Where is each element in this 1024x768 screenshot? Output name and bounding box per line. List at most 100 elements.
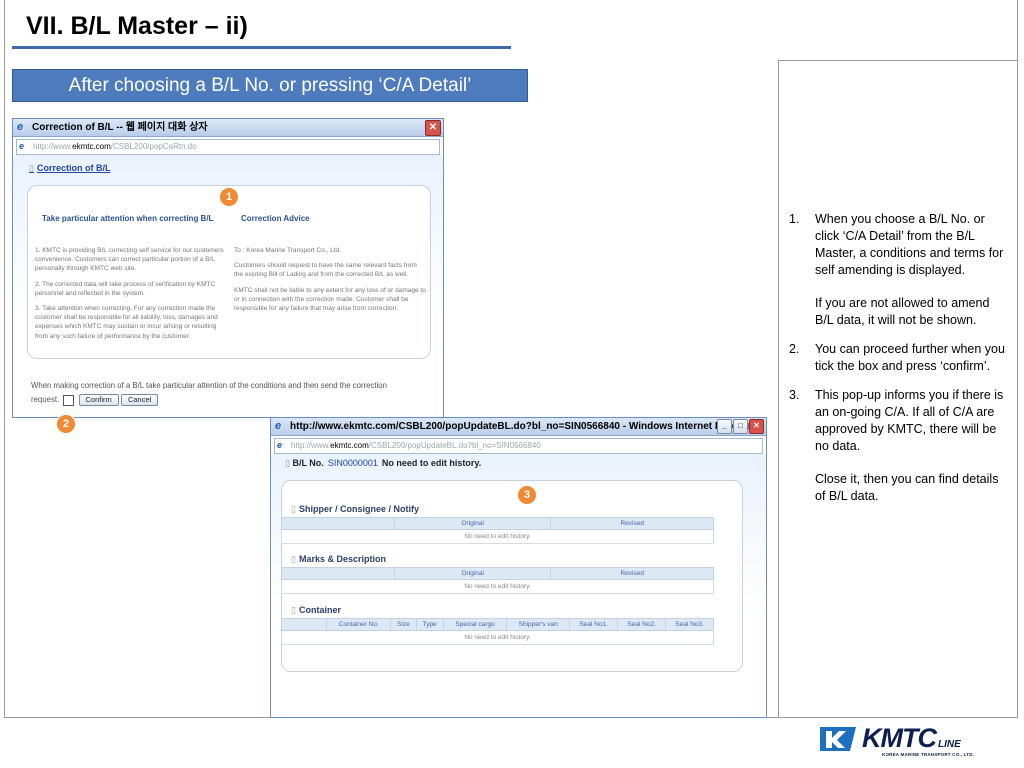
window-titlebar: e http://www.ekmtc.com/CSBL200/popUpdate… (271, 418, 766, 436)
note-number: 1. (789, 212, 800, 226)
section-label: Container (298, 605, 341, 615)
address-path: /CSBL200/popCaRtn.do (110, 142, 197, 151)
logo-subtitle: KOREA MARINE TRANSPORT CO., LTD. (882, 752, 975, 757)
agree-checkbox[interactable] (63, 394, 75, 406)
address-host: ekmtc.com (330, 441, 369, 450)
title-underline (12, 46, 511, 49)
address-prefix: http://www. (33, 142, 73, 151)
section-banner: After choosing a B/L No. or pressing ‘C/… (12, 69, 528, 102)
condition-2: 2. The corrected data will take process … (35, 280, 216, 297)
empty-row: No need to edit history. (281, 579, 714, 594)
col-header-container-no: Container No. (325, 618, 392, 631)
window-controls: _ □ ✕ (717, 419, 764, 434)
kmtc-logo-mark-icon (820, 727, 856, 751)
dialog-title: Correction of B/L -- 웹 페이지 대화 상자 (32, 122, 208, 133)
bl-message: No need to edit history. (381, 458, 482, 468)
minimize-icon[interactable]: _ (717, 419, 732, 434)
empty-row: No need to edit history. (281, 630, 714, 645)
advice-1: To : Korea Marine Transport Co., Ltd. (234, 247, 341, 254)
right-heading: Correction Advice (241, 214, 310, 223)
note-item: 2. You can proceed further when you tick… (789, 341, 1011, 375)
footer-text: When making correction of a B/L take par… (31, 381, 387, 390)
section-title: Correction of B/L (36, 163, 111, 173)
close-icon[interactable]: ✕ (425, 120, 441, 136)
marks-section-title: ▯ Marks & Description (291, 554, 386, 564)
left-heading: Take particular attention when correctin… (42, 214, 214, 223)
note-item: 3. This pop-up informs you if there is a… (789, 387, 1011, 505)
empty-row: No need to edit history. (281, 529, 714, 544)
step-marker-2: 2 (57, 415, 75, 433)
section-label: Marks & Description (298, 554, 386, 564)
bl-number: SIN0000001 (327, 458, 378, 468)
col-header-seal-no2: Seal No2. (617, 618, 667, 631)
conditions-box: Take particular attention when correctin… (27, 185, 431, 359)
advice-3: KMTC shall not be liable to any extent f… (234, 286, 426, 313)
condition-3: 3. Take attention when correcting. For a… (35, 305, 218, 340)
section-title-link[interactable]: ▯ Correction of B/L (29, 163, 110, 174)
bl-label: B/L No. (292, 458, 324, 468)
note-body: This pop-up informs you if there is an o… (815, 387, 1011, 505)
condition-1: 1. KMTC is providing B/L correcting self… (35, 247, 224, 273)
address-bar[interactable]: e http://www.ekmtc.com/CSBL200/popCaRtn.d… (16, 139, 440, 155)
ie-icon: e (277, 440, 283, 450)
container-section-title: ▯ Container (291, 605, 341, 615)
col-header-seal-no1: Seal No1. (569, 618, 619, 631)
note-body: You can proceed further when you tick th… (815, 341, 1011, 375)
col-header-size: Size (390, 618, 417, 631)
address-path: /CSBL200/popUpdateBL.do?bl_no=SIN0566840 (368, 441, 541, 450)
advice-2: Customers should request to have the sam… (234, 262, 417, 279)
note-number: 3. (789, 388, 800, 402)
footer-instruction: When making correction of a B/L take par… (31, 381, 431, 406)
shipper-table: Original Revised No need to edit history. (281, 517, 714, 544)
marks-table: Original Revised No need to edit history. (281, 567, 714, 594)
right-advice: To : Korea Marine Transport Co., Ltd. Cu… (234, 246, 426, 319)
dialog-titlebar: e Correction of B/L -- 웹 페이지 대화 상자 ✕ (13, 119, 443, 137)
ie-icon: e (19, 141, 25, 151)
col-header-special-cargo: Special cargo (442, 618, 508, 631)
address-prefix: http://www. (291, 441, 331, 450)
col-header-shippers-van: Shipper's van (506, 618, 571, 631)
note-text: You can proceed further when you tick th… (815, 342, 1005, 373)
note-text: When you choose a B/L No. or click ‘C/A … (815, 212, 1004, 277)
col-header (281, 567, 395, 580)
request-label: request. (31, 395, 60, 405)
address-host: ekmtc.com (72, 142, 111, 151)
col-header-type: Type (415, 618, 444, 631)
logo-word: KMTC (862, 723, 937, 753)
confirm-button[interactable]: Confirm (78, 394, 119, 406)
update-bl-window: e http://www.ekmtc.com/CSBL200/popUpdate… (270, 417, 767, 718)
col-header (281, 618, 327, 631)
logo-wordmark: KMTC LINE (862, 723, 961, 754)
cancel-button[interactable]: Cancel (120, 394, 159, 406)
col-header-seal-no3: Seal No3. (665, 618, 714, 631)
maximize-icon[interactable]: □ (733, 419, 748, 434)
step-marker-3: 3 (518, 486, 536, 504)
step-marker-1: 1 (220, 188, 238, 206)
col-header-original: Original (393, 567, 552, 580)
close-icon[interactable]: ✕ (749, 419, 764, 434)
logo-suffix: LINE (937, 739, 961, 750)
ie-icon: e (275, 420, 282, 432)
note-text: Close it, then you can find details of B… (815, 472, 999, 503)
notes-list: 1. When you choose a B/L No. or click ‘C… (789, 211, 1011, 517)
note-item: 1. When you choose a B/L No. or click ‘C… (789, 211, 1011, 329)
kmtc-logo: KMTC LINE KOREA MARINE TRANSPORT CO., LTD… (820, 723, 990, 761)
col-header-revised: Revised (550, 567, 714, 580)
correction-dialog: e Correction of B/L -- 웹 페이지 대화 상자 ✕ e ht… (12, 118, 444, 418)
slide-title: VII. B/L Master – ii) (26, 12, 248, 40)
note-number: 2. (789, 342, 800, 356)
container-table: Container No. Size Type Special cargo Sh… (281, 618, 714, 645)
col-header (281, 517, 395, 530)
note-text: If you are not allowed to amend B/L data… (815, 296, 990, 327)
section-label: Shipper / Consignee / Notify (298, 504, 419, 514)
note-body: When you choose a B/L No. or click ‘C/A … (815, 211, 1011, 329)
left-conditions: 1. KMTC is providing B/L correcting self… (35, 246, 227, 347)
bl-summary: ▯ B/L No. SIN0000001 No need to edit histo… (285, 458, 482, 468)
ie-icon: e (17, 121, 24, 133)
shipper-section-title: ▯ Shipper / Consignee / Notify (291, 504, 419, 514)
window-title: http://www.ekmtc.com/CSBL200/popUpdateBL… (290, 421, 756, 432)
address-bar[interactable]: e http://www.ekmtc.com/CSBL200/popUpdateB… (274, 438, 763, 454)
col-header-revised: Revised (550, 517, 714, 530)
col-header-original: Original (393, 517, 552, 530)
notes-panel: 1. When you choose a B/L No. or click ‘C… (778, 60, 1018, 718)
